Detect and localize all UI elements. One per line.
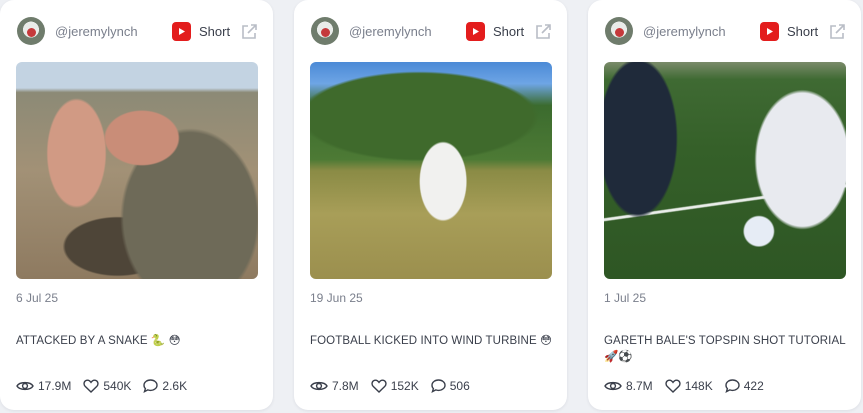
card-header: @jeremylynch Short [588,14,861,48]
views-count: 17.9M [38,379,72,393]
video-caption: GARETH BALE'S TOPSPIN SHOT TUTORIAL 🚀⚽ [604,335,846,363]
platform-label: Short [493,24,525,39]
comments-stat: 506 [431,379,470,393]
eye-icon [16,381,34,391]
comments-count: 506 [449,379,470,393]
comments-stat: 2.6K [143,379,187,393]
youtube-icon [760,22,779,41]
avatar[interactable] [17,17,45,45]
avatar[interactable] [605,17,633,45]
views-stat: 17.9M [16,379,71,393]
views-count: 7.8M [332,379,359,393]
channel-handle[interactable]: @jeremylynch [643,24,726,39]
likes-stat: 152K [371,379,419,393]
video-caption: ATTACKED BY A SNAKE 🐍 😳 [16,335,181,347]
post-date: 19 Jun 25 [310,291,363,305]
card-header: @jeremylynch Short [294,14,567,48]
external-link-icon[interactable] [534,23,552,41]
eye-icon [604,381,622,391]
stats-row: 17.9M 540K 2.6K [16,377,199,395]
video-card[interactable]: @jeremylynch Short 6 Jul 25 ATTACKED BY … [0,0,273,410]
youtube-icon [466,22,485,41]
likes-count: 148K [684,379,713,393]
video-card[interactable]: @jeremylynch Short 1 Jul 25 GARETH BALE'… [588,0,861,410]
stats-row: 8.7M 148K 422 [604,377,776,395]
comments-count: 422 [743,379,764,393]
video-thumbnail[interactable] [310,62,552,279]
heart-icon [371,379,387,393]
post-date: 1 Jul 25 [604,291,647,305]
views-stat: 8.7M [604,379,653,393]
stats-row: 7.8M 152K 506 [310,377,482,395]
platform-label: Short [199,24,231,39]
views-stat: 7.8M [310,379,359,393]
comment-icon [143,379,159,393]
heart-icon [665,379,681,393]
card-header: @jeremylynch Short [0,14,273,48]
external-link-icon[interactable] [828,23,846,41]
external-link-icon[interactable] [240,23,258,41]
comment-icon [725,379,740,393]
comments-stat: 422 [725,379,764,393]
channel-handle[interactable]: @jeremylynch [349,24,432,39]
video-caption: FOOTBALL KICKED INTO WIND TURBINE 😳 [310,335,553,347]
video-thumbnail[interactable] [16,62,258,279]
video-card[interactable]: @jeremylynch Short 19 Jun 25 FOOTBALL KI… [294,0,567,410]
views-count: 8.7M [626,379,653,393]
eye-icon [310,381,328,391]
platform-label: Short [787,24,819,39]
channel-handle[interactable]: @jeremylynch [55,24,138,39]
likes-count: 540K [103,379,132,393]
likes-count: 152K [390,379,419,393]
post-date: 6 Jul 25 [16,291,59,305]
video-thumbnail[interactable] [604,62,846,279]
likes-stat: 148K [665,379,713,393]
comments-count: 2.6K [162,379,188,393]
avatar[interactable] [311,17,339,45]
likes-stat: 540K [83,379,131,393]
comment-icon [431,379,446,393]
heart-icon [83,379,99,393]
youtube-icon [172,22,191,41]
